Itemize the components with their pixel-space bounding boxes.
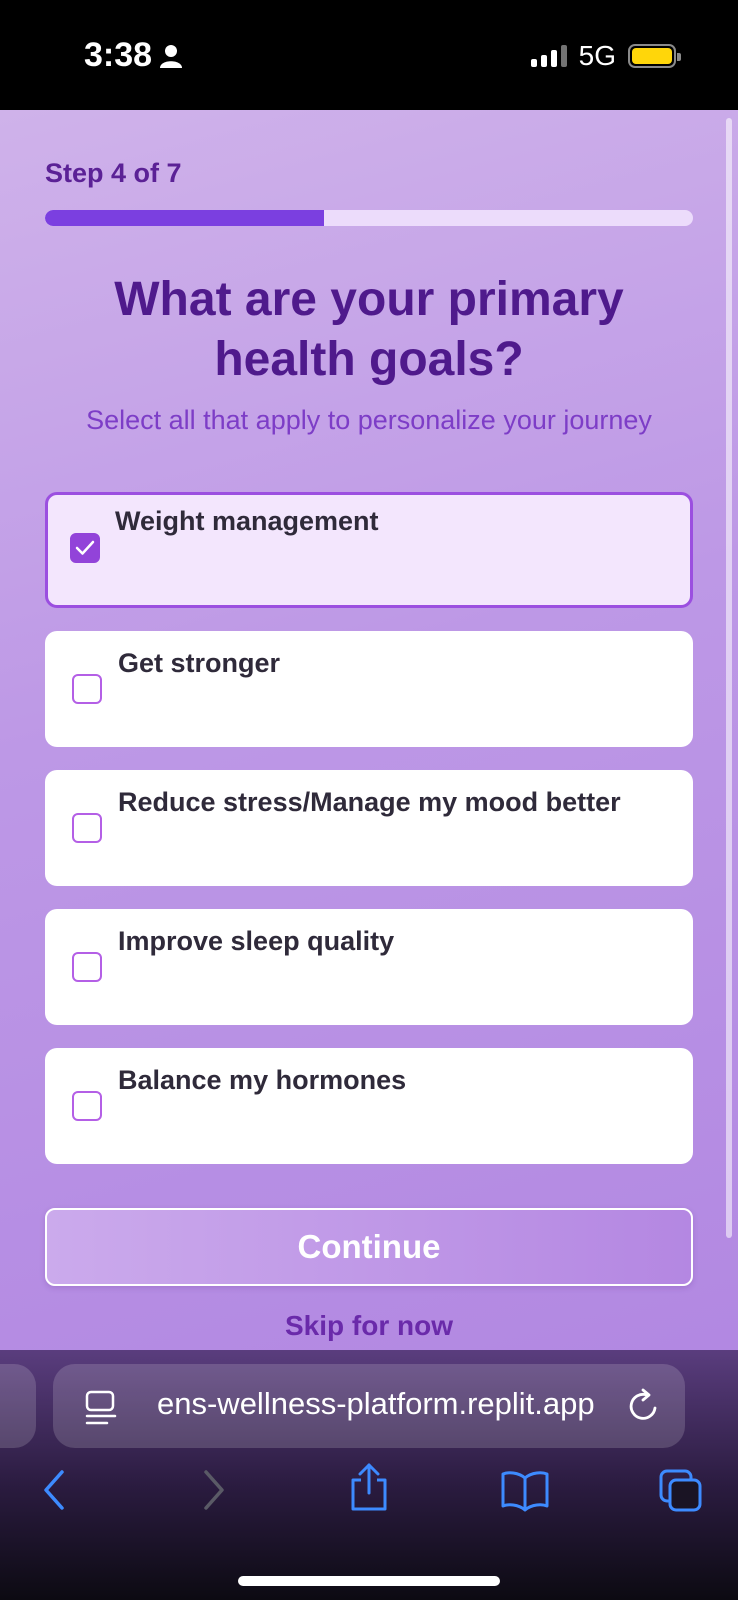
goal-option-label: Get stronger <box>118 648 281 678</box>
checkbox[interactable] <box>72 1091 102 1121</box>
network-type: 5G <box>578 40 616 71</box>
reload-icon[interactable] <box>627 1388 661 1424</box>
checkbox[interactable] <box>70 533 100 563</box>
goal-option-label: Improve sleep quality <box>118 926 395 956</box>
goal-option-label: Weight management <box>115 506 379 536</box>
status-bar: 3:38 5G <box>0 0 738 110</box>
tabs-icon[interactable] <box>658 1468 704 1514</box>
status-time: 3:38 <box>84 36 183 75</box>
forward-icon[interactable] <box>198 1468 228 1512</box>
goal-option-weight-management[interactable]: Weight management <box>45 492 693 608</box>
page-subtitle: Select all that apply to personalize you… <box>86 405 652 435</box>
checkbox[interactable] <box>72 674 102 704</box>
bookmarks-icon[interactable] <box>500 1468 550 1512</box>
checkmark-icon <box>75 540 95 555</box>
goal-option-label: Reduce stress/Manage my mood better <box>118 787 621 817</box>
skip-link[interactable]: Skip for now <box>0 1310 738 1342</box>
checkbox[interactable] <box>72 952 102 982</box>
status-indicators: 5G <box>530 40 681 72</box>
progress-fill <box>45 210 324 226</box>
address-bar[interactable]: ens-wellness-platform.replit.app <box>53 1364 685 1448</box>
goal-option-improve-sleep[interactable]: Improve sleep quality <box>45 909 693 1025</box>
progress-bar <box>45 210 693 226</box>
scrollbar[interactable] <box>726 118 732 1238</box>
page-menu-icon[interactable] <box>85 1390 119 1426</box>
person-icon <box>160 44 183 68</box>
page-title: What are your primary health goals? <box>114 273 624 386</box>
cellular-signal-icon <box>530 45 567 67</box>
share-icon[interactable] <box>348 1462 390 1512</box>
back-icon[interactable] <box>40 1468 70 1512</box>
goal-options: Weight management Get stronger Reduce st… <box>45 492 693 1187</box>
home-indicator[interactable] <box>238 1576 500 1586</box>
browser-toolbar: ens-wellness-platform.replit.app <box>0 1350 738 1600</box>
goal-option-balance-hormones[interactable]: Balance my hormones <box>45 1048 693 1164</box>
continue-button[interactable]: Continue <box>45 1208 693 1286</box>
checkbox[interactable] <box>72 813 102 843</box>
step-indicator: Step 4 of 7 <box>45 158 182 188</box>
goal-option-label: Balance my hormones <box>118 1065 407 1095</box>
goal-option-get-stronger[interactable]: Get stronger <box>45 631 693 747</box>
url-text[interactable]: ens-wellness-platform.replit.app <box>157 1386 595 1422</box>
previous-tab-peek[interactable] <box>0 1364 36 1448</box>
battery-icon <box>628 44 681 68</box>
web-page[interactable]: Step 4 of 7 What are your primary health… <box>0 110 738 1350</box>
browser-nav-toolbar <box>0 1463 738 1528</box>
goal-option-reduce-stress[interactable]: Reduce stress/Manage my mood better <box>45 770 693 886</box>
clock: 3:38 <box>84 36 153 74</box>
